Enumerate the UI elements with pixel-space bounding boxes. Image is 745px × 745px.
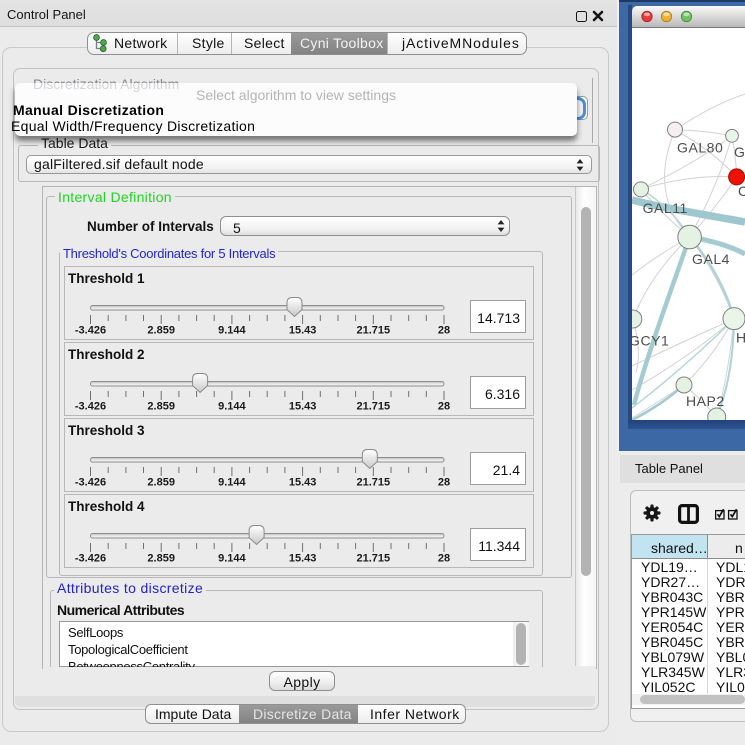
svg-text:15.43: 15.43 (289, 325, 317, 337)
svg-text:H: H (736, 330, 745, 346)
svg-text:HAP2: HAP2 (686, 393, 725, 409)
svg-text:2.859: 2.859 (147, 477, 175, 489)
svg-text:GAL11: GAL11 (643, 200, 688, 216)
svg-text:21.715: 21.715 (356, 325, 390, 337)
svg-text:-3.426: -3.426 (75, 553, 106, 565)
svg-text:9.144: 9.144 (218, 477, 246, 489)
svg-text:-3.426: -3.426 (75, 401, 106, 413)
svg-text:-3.426: -3.426 (75, 325, 106, 337)
svg-text:GCY1: GCY1 (632, 333, 669, 349)
svg-text:2.859: 2.859 (147, 325, 175, 337)
svg-text:-3.426: -3.426 (75, 477, 106, 489)
svg-text:9.144: 9.144 (218, 325, 246, 337)
svg-text:2.859: 2.859 (147, 401, 175, 413)
svg-text:GAL80: GAL80 (677, 140, 723, 156)
svg-text:21.715: 21.715 (356, 401, 390, 413)
svg-text:28: 28 (438, 477, 450, 489)
svg-text:28: 28 (438, 401, 450, 413)
svg-text:15.43: 15.43 (289, 477, 317, 489)
svg-text:28: 28 (438, 325, 450, 337)
svg-text:GA: GA (734, 144, 745, 160)
svg-text:15.43: 15.43 (289, 401, 317, 413)
svg-text:C: C (738, 183, 745, 199)
svg-text:GAL4: GAL4 (692, 251, 730, 267)
svg-text:9.144: 9.144 (218, 553, 246, 565)
svg-text:2.859: 2.859 (147, 553, 175, 565)
svg-text:21.715: 21.715 (356, 477, 390, 489)
svg-text:15.43: 15.43 (289, 553, 317, 565)
svg-text:28: 28 (438, 553, 450, 565)
svg-text:21.715: 21.715 (356, 553, 390, 565)
svg-text:9.144: 9.144 (218, 401, 246, 413)
